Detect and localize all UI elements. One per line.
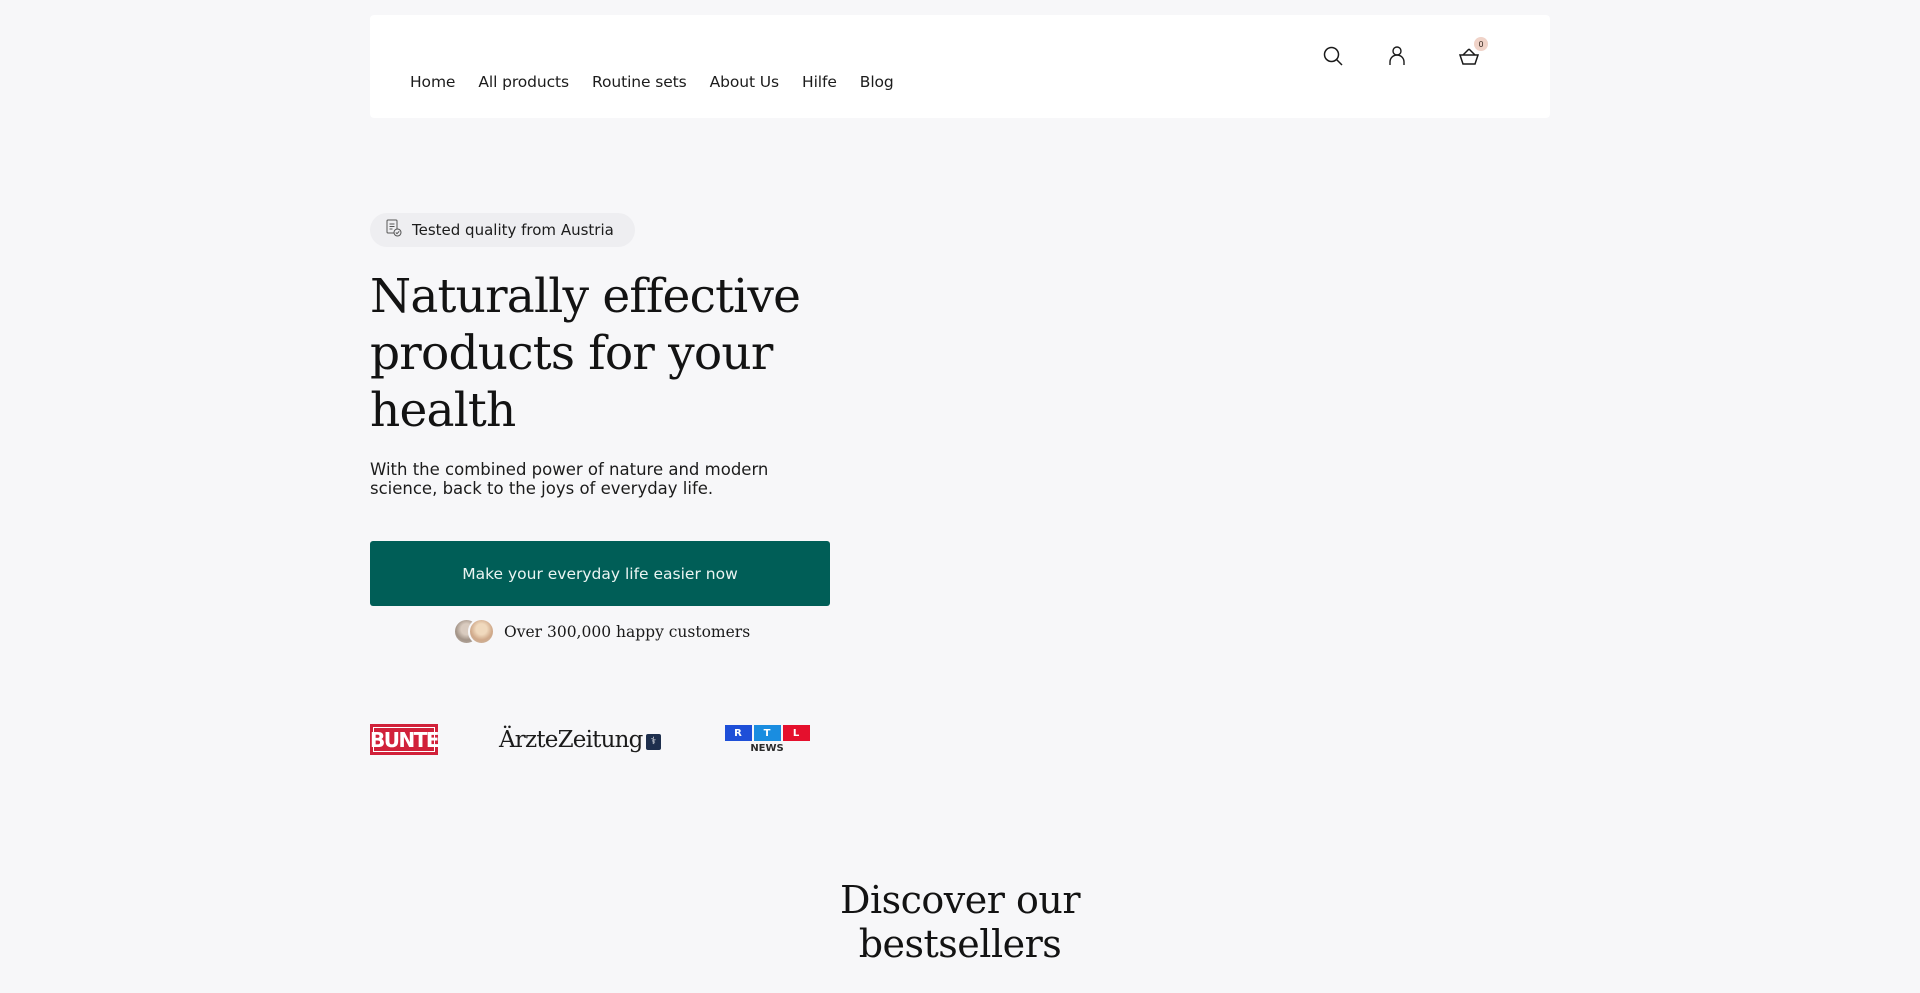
aerzte-zeitung-logo: ÄrzteZeitung ⚕	[499, 727, 661, 753]
user-icon[interactable]	[1384, 43, 1410, 69]
nav-hilfe[interactable]: Hilfe	[802, 73, 837, 91]
bestsellers-title: Discover our bestsellers	[840, 878, 1081, 966]
hero-title: Naturally effective products for your he…	[370, 269, 801, 438]
rtl-letter-t: T	[753, 725, 781, 741]
site-header: Home All products Routine sets About Us …	[370, 15, 1550, 118]
social-proof-text: Over 300,000 happy customers	[504, 622, 751, 641]
quality-badge-text: Tested quality from Austria	[412, 221, 614, 239]
bunte-logo: BUNTE	[370, 724, 440, 755]
rtl-letter-l: L	[782, 725, 810, 741]
nav-home[interactable]: Home	[410, 73, 455, 91]
certificate-check-icon	[386, 219, 402, 241]
search-icon[interactable]	[1320, 43, 1346, 69]
hero-subtitle: With the combined power of nature and mo…	[370, 460, 769, 498]
nav-blog[interactable]: Blog	[860, 73, 894, 91]
aerzte-zeitung-wordmark: ÄrzteZeitung	[499, 726, 643, 753]
social-proof: Over 300,000 happy customers	[453, 618, 750, 645]
nav-routine-sets[interactable]: Routine sets	[592, 73, 687, 91]
press-logos: BUNTE ÄrzteZeitung ⚕ R T L NEWS	[370, 724, 810, 755]
rtl-letter-r: R	[724, 725, 752, 741]
main-nav: Home All products Routine sets About Us …	[410, 73, 917, 91]
header-actions: 0	[1320, 37, 1488, 69]
rtl-news-logo: R T L NEWS	[724, 725, 810, 754]
nav-all-products[interactable]: All products	[478, 73, 569, 91]
quality-badge: Tested quality from Austria	[370, 213, 635, 247]
nav-about-us[interactable]: About Us	[710, 73, 779, 91]
cart-count-badge: 0	[1474, 37, 1488, 51]
caduceus-icon: ⚕	[645, 733, 661, 750]
cta-button[interactable]: Make your everyday life easier now	[370, 541, 830, 606]
basket-icon[interactable]: 0	[1456, 37, 1488, 69]
customer-avatar	[468, 618, 495, 645]
rtl-news-text: NEWS	[750, 743, 784, 754]
